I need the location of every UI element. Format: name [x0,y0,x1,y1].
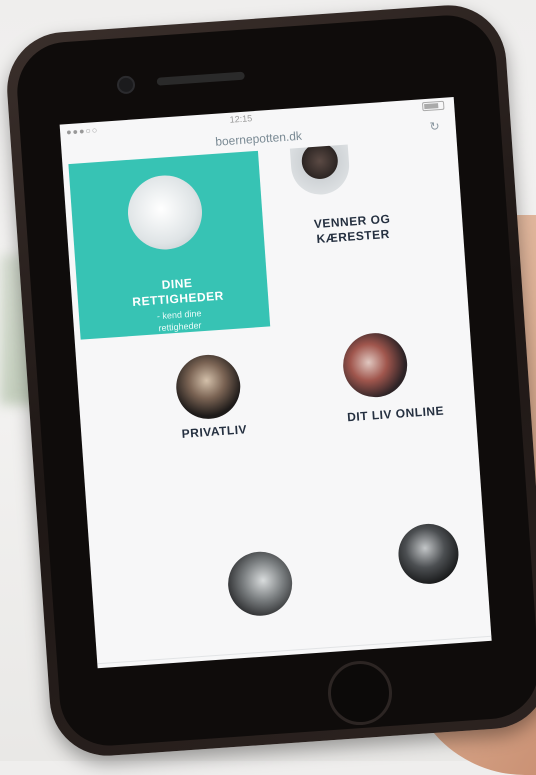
phone-screen: ●●●○○ 12:15 boernepotten.dk ↻ DINE RETTI… [59,97,492,669]
tile-title-privatliv[interactable]: PRIVATLIV [149,420,280,444]
tile-photo-dit-liv-online[interactable] [341,331,410,400]
battery-icon [421,100,445,112]
tile-title-dit-liv-online[interactable]: DIT LIV ONLINE [320,402,471,427]
status-time: 12:15 [229,113,253,125]
tile-photo [125,172,205,252]
tile-photo-5[interactable] [225,549,295,618]
tile-dine-rettigheder[interactable]: DINE RETTIGHEDER - kend dine rettigheder [68,150,271,340]
signal-icon: ●●●○○ [65,124,99,138]
smartphone: ●●●○○ 12:15 boernepotten.dk ↻ DINE RETTI… [3,1,536,760]
tile-title-venner-og-kaerester[interactable]: VENNER OG KÆRESTER [277,209,429,249]
tile-photo-privatliv[interactable] [174,352,243,422]
reload-icon[interactable]: ↻ [429,119,440,134]
tile-photo-6[interactable] [396,521,461,586]
tile-photo-venner[interactable] [289,144,352,197]
